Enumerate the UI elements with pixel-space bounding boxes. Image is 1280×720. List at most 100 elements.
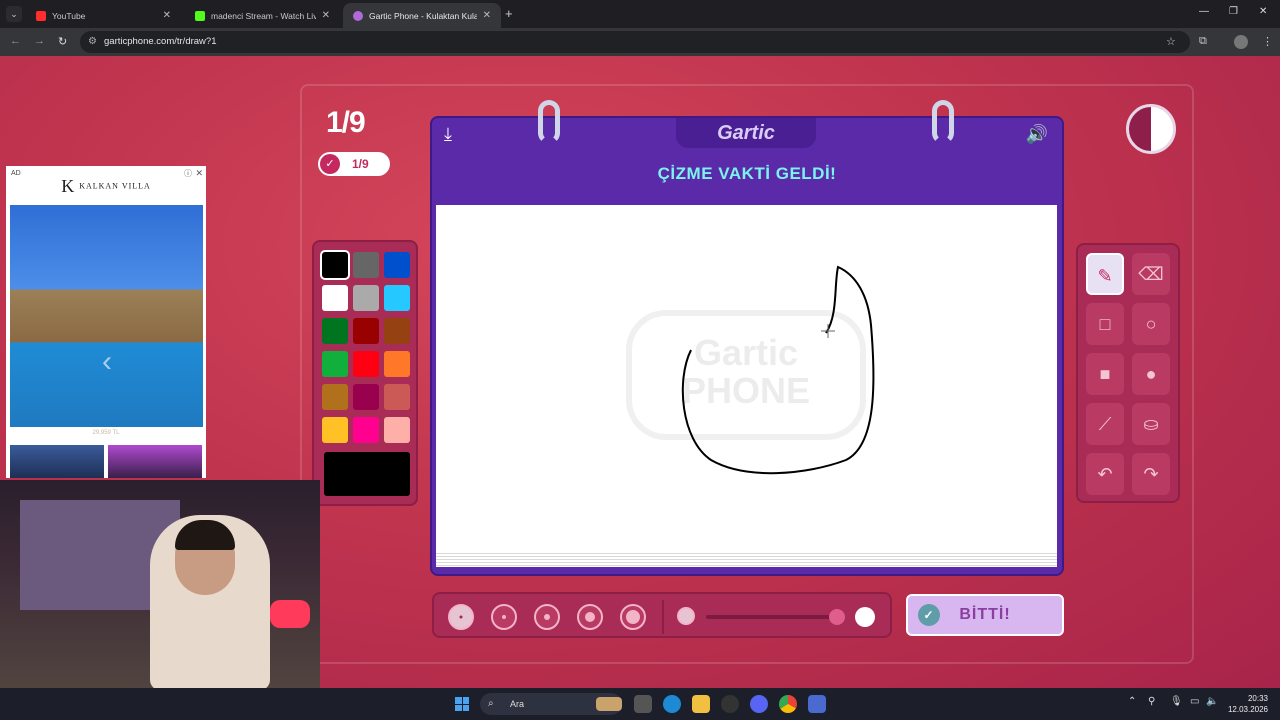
color-swatch[interactable]	[384, 285, 410, 311]
address-bar-row: ← → ↻ ⚙ garticphone.com/tr/draw?1 ☆ ⧉ ⋮	[0, 28, 1280, 56]
bucket-icon[interactable]: ⛀	[1132, 403, 1170, 445]
ad-thumbnail[interactable]	[108, 445, 202, 478]
brush-size-2[interactable]	[491, 604, 517, 630]
bookmark-star-icon[interactable]: ☆	[1166, 35, 1176, 48]
color-swatch[interactable]	[384, 318, 410, 344]
menu-icon[interactable]: ⋮	[1262, 35, 1273, 48]
close-window-icon[interactable]: ✕	[1259, 6, 1267, 17]
done-button-label: BİTTİ!	[959, 606, 1011, 623]
color-swatch[interactable]	[322, 318, 348, 344]
edge-icon[interactable]	[663, 695, 681, 713]
redo-icon[interactable]: ↷	[1132, 453, 1170, 495]
display-icon[interactable]: ▭	[1190, 696, 1199, 707]
brush-size-1[interactable]	[448, 604, 474, 630]
line-icon[interactable]: ⟋	[1086, 403, 1124, 445]
close-icon[interactable]: ✕	[483, 10, 491, 21]
dot-icon	[459, 615, 463, 619]
tab-gartic-phone[interactable]: Gartic Phone - Kulaktan Kulağa ✕	[343, 3, 501, 28]
tab-label: YouTube	[52, 10, 86, 21]
widget-icon[interactable]	[596, 697, 622, 711]
rectangle-fill-icon[interactable]: ■	[1086, 353, 1124, 395]
network-icon[interactable]: ⚲	[1148, 696, 1155, 707]
color-swatch[interactable]	[353, 252, 379, 278]
tab-search-button[interactable]: ⌄	[6, 6, 22, 22]
site-info-icon[interactable]: ⚙	[88, 31, 97, 53]
brush-size-4[interactable]	[577, 604, 603, 630]
chrome-icon[interactable]	[779, 695, 797, 713]
color-swatch[interactable]	[384, 351, 410, 377]
color-swatch[interactable]	[353, 417, 379, 443]
microphone-icon[interactable]: 🎙	[1170, 696, 1183, 707]
tab-kick-stream[interactable]: madenci Stream - Watch Live o ✕	[185, 3, 340, 28]
color-swatch[interactable]	[384, 384, 410, 410]
transparent-opacity-icon	[677, 607, 695, 625]
youtube-icon	[36, 10, 46, 21]
color-swatch[interactable]	[322, 384, 348, 410]
clock-time: 20:33	[1247, 694, 1268, 703]
file-explorer-icon[interactable]	[692, 695, 710, 713]
tab-youtube[interactable]: YouTube ✕	[26, 3, 181, 28]
app-icon[interactable]	[808, 695, 826, 713]
ad-thumbnail[interactable]	[10, 445, 104, 478]
profile-avatar[interactable]	[1234, 35, 1248, 49]
system-clock[interactable]: 20:33 12.03.2026	[1228, 693, 1268, 715]
windows-start-icon[interactable]	[455, 697, 469, 711]
pen-icon[interactable]: ✎	[1086, 253, 1124, 295]
eraser-icon[interactable]: ⌫	[1132, 253, 1170, 295]
app-icon[interactable]	[721, 695, 739, 713]
board-header: ⤓ Gartic 🔊 ÇİZME VAKTİ GELDİ!	[430, 100, 1064, 202]
undo-icon[interactable]: ↶	[1086, 453, 1124, 495]
ellipse-fill-icon[interactable]: ●	[1132, 353, 1170, 395]
chevron-left-icon[interactable]: ‹	[102, 345, 112, 379]
clock-date: 12.03.2026	[1227, 705, 1268, 714]
brush-size-3[interactable]	[534, 604, 560, 630]
tab-label: Gartic Phone - Kulaktan Kulağa	[369, 10, 477, 21]
extensions-icon[interactable]: ⧉	[1199, 35, 1207, 48]
webcam-overlay	[0, 480, 320, 688]
browser-tab-strip: ⌄ YouTube ✕ madenci Stream - Watch Live …	[0, 0, 1280, 28]
color-swatch[interactable]	[322, 351, 348, 377]
forward-icon[interactable]: →	[34, 35, 45, 47]
task-view-icon[interactable]	[634, 695, 652, 713]
color-swatch[interactable]	[353, 318, 379, 344]
reload-icon[interactable]: ↻	[58, 35, 67, 48]
color-swatch[interactable]	[322, 417, 348, 443]
ellipse-outline-icon[interactable]: ○	[1132, 303, 1170, 345]
dot-icon	[502, 615, 506, 619]
color-swatch[interactable]	[384, 417, 410, 443]
brush-size-5[interactable]	[620, 604, 646, 630]
opacity-slider-handle[interactable]	[829, 609, 845, 625]
color-swatch[interactable]	[353, 285, 379, 311]
new-tab-button[interactable]: +	[505, 6, 513, 21]
ad-villa-photo[interactable]: ‹	[10, 205, 203, 427]
drawing-canvas[interactable]: Gartic PHONE	[436, 205, 1057, 551]
ad-banner[interactable]: AD ⓘ ✕ K KALKAN VILLA ‹ 29,959 TL	[6, 166, 206, 478]
url-field[interactable]: ⚙ garticphone.com/tr/draw?1	[80, 31, 1190, 53]
color-swatch[interactable]	[353, 351, 379, 377]
minimize-icon[interactable]: —	[1199, 6, 1209, 17]
color-swatch[interactable]	[384, 252, 410, 278]
restore-icon[interactable]: ❐	[1229, 6, 1238, 17]
round-badge: ✓ 1/9	[318, 152, 390, 176]
color-swatch[interactable]	[353, 384, 379, 410]
timer-indicator	[1126, 104, 1176, 154]
opacity-slider[interactable]	[706, 615, 840, 619]
download-icon[interactable]: ⤓	[444, 124, 452, 145]
discord-icon[interactable]	[750, 695, 768, 713]
done-button[interactable]: ✓ BİTTİ!	[906, 594, 1064, 636]
speaker-icon[interactable]: 🔈	[1206, 696, 1218, 707]
page-title: ÇİZME VAKTİ GELDİ!	[657, 164, 837, 183]
color-swatch[interactable]	[322, 285, 348, 311]
crosshair-cursor-icon	[821, 324, 835, 338]
volume-icon[interactable]: 🔊	[1026, 124, 1048, 145]
dot-icon	[585, 612, 595, 622]
tab-label: madenci Stream - Watch Live o	[211, 10, 316, 21]
close-icon[interactable]: ✕	[163, 10, 171, 21]
rectangle-outline-icon[interactable]: □	[1086, 303, 1124, 345]
back-icon[interactable]: ←	[10, 35, 21, 47]
check-icon: ✓	[320, 154, 340, 174]
close-icon[interactable]: ✕	[322, 10, 330, 21]
drawn-stroke	[681, 265, 875, 475]
color-swatch[interactable]	[320, 250, 350, 280]
chevron-up-icon[interactable]: ⌃	[1128, 696, 1136, 707]
